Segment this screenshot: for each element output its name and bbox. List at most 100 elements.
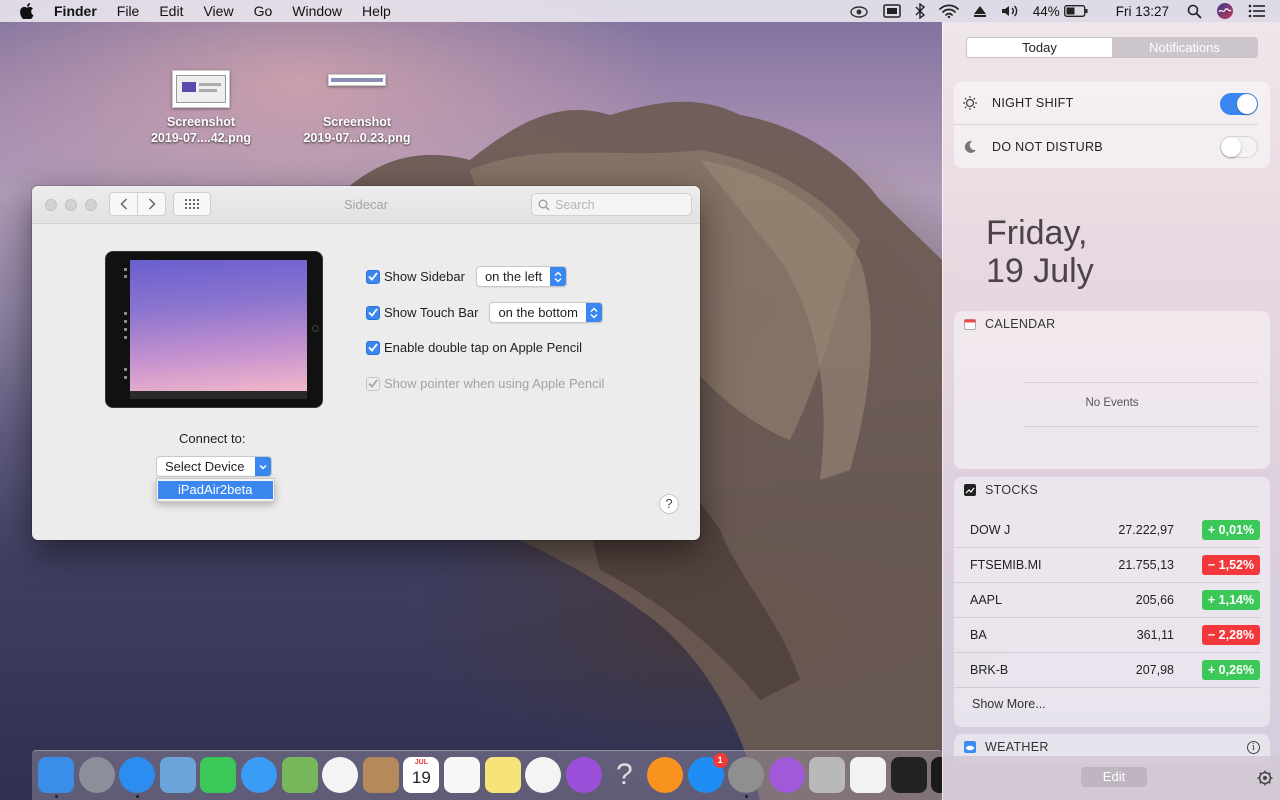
window-titlebar[interactable]: Sidecar: [32, 186, 700, 224]
app-store-icon[interactable]: 1: [687, 753, 728, 793]
toggles-widget: NIGHT SHIFT DO NOT DISTURB: [954, 82, 1270, 168]
weather-title: WEATHER: [985, 740, 1049, 754]
select-device-value: Select Device: [165, 459, 245, 474]
menu-app-name[interactable]: Finder: [54, 3, 97, 19]
stock-change-badge[interactable]: − 1,52%: [1202, 555, 1260, 575]
menu-view[interactable]: View: [203, 3, 233, 19]
chevron-down-icon: [255, 457, 271, 476]
wifi-icon[interactable]: [938, 0, 959, 22]
podcasts-icon[interactable]: [565, 757, 602, 793]
nc-tab-bar: Today Notifications: [966, 37, 1258, 58]
notes-icon[interactable]: [484, 757, 521, 793]
touch-bar-position-popup[interactable]: on the bottom: [489, 302, 603, 323]
show-more-link[interactable]: Show More...: [954, 697, 1270, 711]
sidebar-dot: [124, 320, 127, 323]
show-sidebar-checkbox[interactable]: [366, 269, 380, 284]
contacts-icon[interactable]: [362, 757, 399, 793]
stock-change-badge[interactable]: + 0,01%: [1202, 520, 1260, 540]
stocks-icon: [963, 484, 976, 497]
cloud-status-icon[interactable]: [849, 0, 869, 22]
mail-icon[interactable]: [159, 757, 196, 793]
stock-change-badge[interactable]: + 1,14%: [1202, 590, 1260, 610]
info-icon[interactable]: i: [1247, 740, 1260, 754]
sidebar-position-popup[interactable]: on the left: [475, 266, 568, 287]
sidecar-display-icon[interactable]: [882, 0, 901, 22]
feedback-icon[interactable]: [768, 757, 805, 793]
battery-icon[interactable]: [1063, 0, 1088, 22]
menu-file[interactable]: File: [117, 3, 140, 19]
sidebar-dot: [124, 268, 127, 271]
stock-row[interactable]: DOW J 27.222,97 + 0,01%: [954, 513, 1260, 548]
textedit-icon[interactable]: [850, 757, 886, 793]
stock-change-badge[interactable]: + 0,26%: [1202, 660, 1260, 680]
volume-icon[interactable]: [1001, 0, 1019, 22]
notification-center-icon[interactable]: [1248, 0, 1266, 22]
terminal-icon[interactable]: [890, 757, 927, 793]
books-icon[interactable]: [647, 757, 683, 793]
safari-icon[interactable]: [119, 757, 156, 793]
maps-icon[interactable]: [281, 757, 318, 793]
dnd-toggle[interactable]: [1220, 136, 1258, 158]
preview-icon[interactable]: [809, 757, 846, 793]
sidebar-dot: [124, 328, 127, 331]
search-input[interactable]: [555, 197, 685, 212]
option-show-touch-bar: Show Touch Bar on the bottom: [366, 302, 603, 323]
stock-row[interactable]: BRK-B 207,98 + 0,26%: [954, 653, 1260, 688]
edit-button[interactable]: Edit: [1081, 767, 1147, 787]
stock-change-badge[interactable]: − 2,28%: [1202, 625, 1260, 645]
siri-icon[interactable]: [1216, 0, 1234, 22]
stock-row[interactable]: BA 361,11 − 2,28%: [954, 618, 1260, 653]
menu-window[interactable]: Window: [292, 3, 342, 19]
calendar-widget-header[interactable]: CALENDAR: [954, 311, 1270, 337]
apple-menu-icon[interactable]: [20, 3, 36, 19]
bluetooth-icon[interactable]: [915, 0, 925, 22]
spotlight-icon[interactable]: [1187, 0, 1202, 22]
nc-footer: Edit: [943, 756, 1280, 800]
airplay-icon[interactable]: [973, 0, 987, 22]
show-pointer-checkbox[interactable]: [366, 376, 380, 391]
battery-percent[interactable]: 44%: [1033, 0, 1060, 22]
stocks-widget-header[interactable]: STOCKS: [954, 477, 1270, 503]
menu-edit[interactable]: Edit: [159, 3, 183, 19]
sidebar-dot: [124, 312, 127, 315]
tab-notifications[interactable]: Notifications: [1112, 38, 1257, 57]
device-menu-item-ipad[interactable]: iPadAir2beta: [158, 481, 273, 499]
help-icon[interactable]: ?: [606, 757, 642, 793]
double-tap-label[interactable]: Enable double tap on Apple Pencil: [384, 340, 582, 355]
finder-icon[interactable]: [38, 757, 74, 793]
menu-help[interactable]: Help: [362, 3, 391, 19]
system-preferences-icon[interactable]: [728, 757, 765, 793]
facetime-icon[interactable]: [200, 757, 237, 793]
gear-icon[interactable]: [1257, 770, 1273, 789]
desktop-file-screenshot-1[interactable]: Screenshot 2019-07....42.png: [131, 70, 271, 146]
menu-go[interactable]: Go: [254, 3, 273, 19]
show-sidebar-label[interactable]: Show Sidebar: [384, 269, 465, 284]
calendar-icon[interactable]: JUL 19: [403, 757, 440, 793]
stock-symbol: BA: [970, 628, 987, 642]
photos-icon[interactable]: [322, 757, 359, 793]
screenshot-thumbnail: [328, 74, 386, 86]
show-touch-bar-label[interactable]: Show Touch Bar: [384, 305, 478, 320]
double-tap-checkbox[interactable]: [366, 340, 380, 355]
sidebar-position-value: on the left: [484, 269, 543, 284]
stock-row[interactable]: AAPL 205,66 + 1,14%: [954, 583, 1260, 618]
stock-row[interactable]: FTSEMIB.MI 21.755,13 − 1,52%: [954, 548, 1260, 583]
stock-symbol: FTSEMIB.MI: [970, 558, 1042, 572]
popup-arrows-icon: [550, 267, 567, 286]
launchpad-icon[interactable]: [78, 757, 115, 793]
select-device-popup[interactable]: Select Device: [156, 456, 272, 477]
show-touch-bar-checkbox[interactable]: [366, 305, 380, 320]
tab-today[interactable]: Today: [967, 38, 1112, 57]
running-indicator: [745, 795, 749, 798]
menu-bar: Finder File Edit View Go Window Help 44%…: [0, 0, 1280, 22]
messages-icon[interactable]: [241, 757, 277, 793]
option-show-pointer: Show pointer when using Apple Pencil: [366, 376, 604, 391]
search-field[interactable]: [531, 193, 692, 216]
desktop-file-screenshot-2[interactable]: Screenshot 2019-07...0.23.png: [287, 74, 427, 146]
menu-clock[interactable]: Fri 13:27: [1116, 0, 1169, 22]
music-icon[interactable]: [525, 757, 562, 793]
reminders-icon[interactable]: [444, 757, 480, 793]
help-button[interactable]: ?: [659, 494, 679, 514]
stock-value: 207,98: [1135, 663, 1174, 677]
night-shift-toggle[interactable]: [1220, 93, 1258, 115]
